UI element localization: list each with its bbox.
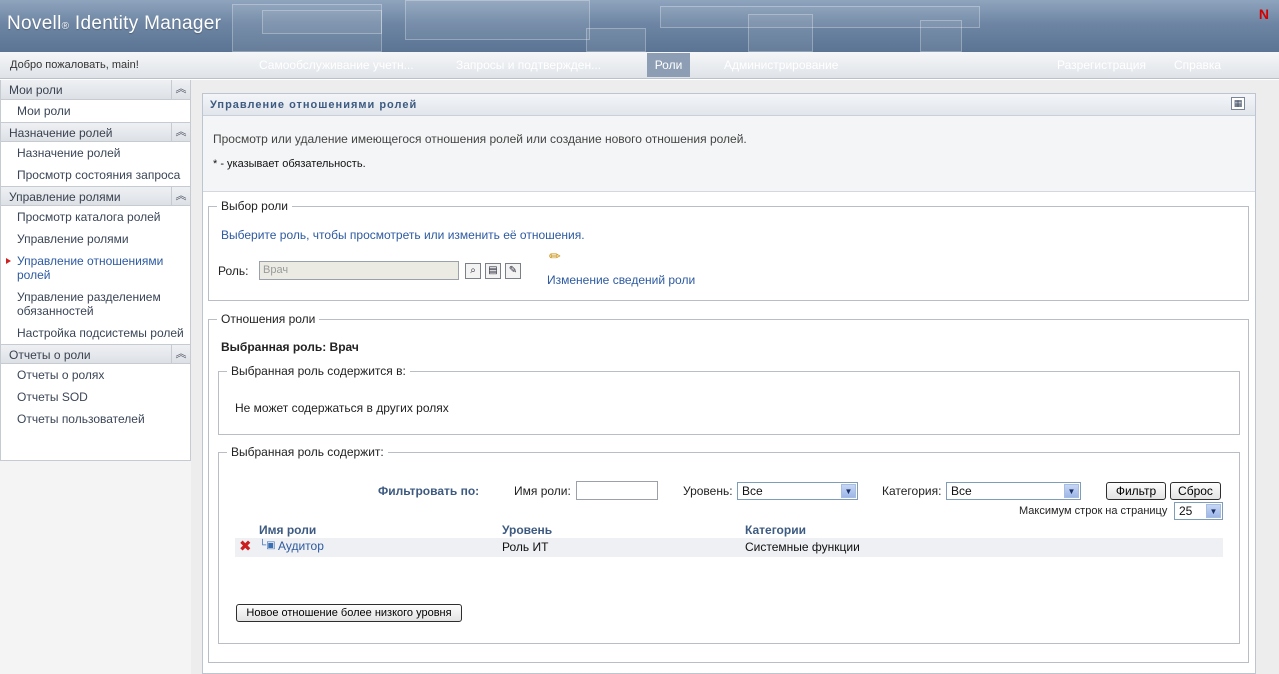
role-type-icon: └▣ [259,540,276,551]
sidebar-item-user-reports[interactable]: Отчеты пользователей [1,408,190,430]
category-filter-value: Все [951,484,972,498]
level-filter-select[interactable]: Все ▼ [737,482,858,500]
sidebar-item-manage-roles[interactable]: Управление ролями [1,228,190,250]
category-filter-select[interactable]: Все ▼ [946,482,1081,500]
chevron-down-icon[interactable]: ▼ [1064,484,1079,498]
logout-link[interactable]: Разрегистрация [1057,58,1146,72]
role-level-cell: Роль ИТ [502,540,549,554]
contained-in-legend: Выбранная роль содержится в: [227,364,410,378]
registered-mark: ® [61,21,70,32]
chevron-down-icon[interactable]: ▼ [1206,504,1221,518]
banner-decoration [405,0,590,40]
sidebar-section-title: Мои роли [9,83,63,97]
sidebar-section-role-assignment[interactable]: Назначение ролей ︽ [1,122,190,142]
chevron-down-icon[interactable]: ▼ [841,484,856,498]
sidebar-item-assign-roles[interactable]: Назначение ролей [1,142,190,164]
role-label: Роль: [218,264,249,278]
role-relationships-portlet: Управление отношениями ролей ▦ Просмотр … [202,93,1256,674]
portlet-header: Управление отношениями ролей ▦ [203,94,1255,116]
edit-pencil-icon[interactable]: ✏ [549,248,561,265]
sidebar-item-configure-subsystem[interactable]: Настройка подсистемы ролей [1,322,190,344]
top-navigation: Добро пожаловать, main! Самообслуживание… [0,52,1279,79]
edit-role-details-link[interactable]: Изменение сведений роли [547,273,695,287]
portlet-description: Просмотр или удаление имеющегося отношен… [213,132,747,146]
sidebar-item-my-roles[interactable]: Мои роли [1,100,190,122]
table-row: ✖ └▣ Аудитор Роль ИТ Системные функции [235,538,1223,557]
role-relationships-legend: Отношения роли [217,312,320,326]
role-selection-group: Выбор роли Выберите роль, чтобы просмотр… [208,199,1249,301]
column-header-categories[interactable]: Категории [745,523,806,537]
collapse-icon[interactable]: ︽ [171,187,190,206]
contains-group: Выбранная роль содержит: Фильтровать по:… [218,445,1240,644]
sidebar-section-title: Назначение ролей [9,126,113,140]
product-logo: Novell® Identity Manager [7,13,221,35]
column-header-level[interactable]: Уровень [502,523,552,537]
category-filter-label: Категория: [882,484,942,498]
banner-decoration [920,20,962,52]
filter-button[interactable]: Фильтр [1106,482,1166,500]
role-category-cell: Системные функции [745,540,860,554]
new-lower-relationship-button[interactable]: Новое отношение более низкого уровня [236,604,462,622]
role-name-link[interactable]: Аудитор [278,539,324,553]
filter-by-label: Фильтровать по: [378,484,480,498]
max-rows-select[interactable]: 25 ▼ [1174,502,1223,520]
portlet-title: Управление отношениями ролей [210,99,418,111]
level-filter-value: Все [742,484,763,498]
role-input[interactable]: Врач [259,261,459,280]
required-note: * - указывает обязательность. [213,158,366,170]
tab-self-service[interactable]: Самообслуживание учетн... [259,58,414,72]
app-banner: Novell® Identity Manager N [0,0,1279,52]
collapse-icon[interactable]: ︽ [171,345,190,364]
novell-logo-icon: N [1258,6,1269,22]
sidebar-section-role-management[interactable]: Управление ролями ︽ [1,186,190,206]
role-name-filter-input[interactable] [576,481,658,500]
sidebar-background [0,461,191,674]
history-icon[interactable]: ▤ [485,263,501,279]
banner-decoration [748,14,813,52]
max-rows-label: Максимум строк на страницу [1019,505,1168,517]
role-selection-legend: Выбор роли [217,199,292,213]
role-selection-hint: Выберите роль, чтобы просмотреть или изм… [221,228,585,242]
brand-name: Novell [7,13,62,34]
contains-legend: Выбранная роль содержит: [227,445,388,459]
reset-icon[interactable]: ✎ [505,263,521,279]
collapse-icon[interactable]: ︽ [171,80,190,99]
product-name: Identity Manager [74,13,222,34]
welcome-text: Добро пожаловать, main! [10,59,139,71]
max-rows-value: 25 [1179,504,1193,518]
column-header-role-name[interactable]: Имя роли [259,523,316,537]
reset-button[interactable]: Сброс [1170,482,1221,500]
sidebar-item-role-reports[interactable]: Отчеты о ролях [1,364,190,386]
selected-role-label: Выбранная роль: Врач [221,340,359,354]
search-icon[interactable]: ⌕ [465,263,481,279]
banner-decoration [586,28,646,52]
sidebar-section-role-reports[interactable]: Отчеты о роли ︽ [1,344,190,364]
role-relationships-group: Отношения роли Выбранная роль: Врач Выбр… [208,312,1249,663]
sidebar-section-my-roles[interactable]: Мои роли ︽ [1,80,190,100]
tab-requests-approvals[interactable]: Запросы и подтвержден... [456,58,601,72]
sidebar-item-request-status[interactable]: Просмотр состояния запроса [1,164,190,186]
help-link[interactable]: Справка [1174,58,1221,72]
portlet-menu-icon[interactable]: ▦ [1231,97,1245,110]
delete-icon[interactable]: ✖ [239,539,252,555]
sidebar-section-title: Управление ролями [9,190,121,204]
level-filter-label: Уровень: [683,484,733,498]
role-name-filter-label: Имя роли: [514,484,571,498]
contained-in-group: Выбранная роль содержится в: Не может со… [218,364,1240,435]
sidebar-item-manage-sod[interactable]: Управление разделением обязанностей [1,286,190,322]
collapse-icon[interactable]: ︽ [171,123,190,142]
portlet-intro: Просмотр или удаление имеющегося отношен… [203,116,1255,192]
sidebar-item-browse-catalog[interactable]: Просмотр каталога ролей [1,206,190,228]
sidebar-section-title: Отчеты о роли [9,348,91,362]
sidebar-item-manage-relationships[interactable]: Управление отношениями ролей [1,250,190,286]
sidebar-item-sod-reports[interactable]: Отчеты SOD [1,386,190,408]
sidebar: Мои роли ︽ Мои роли Назначение ролей ︽ Н… [0,80,191,461]
contained-in-text: Не может содержаться в других ролях [235,401,449,415]
tab-administration[interactable]: Администрирование [724,58,838,72]
banner-decoration [262,10,382,34]
tab-roles[interactable]: Роли [647,53,690,77]
